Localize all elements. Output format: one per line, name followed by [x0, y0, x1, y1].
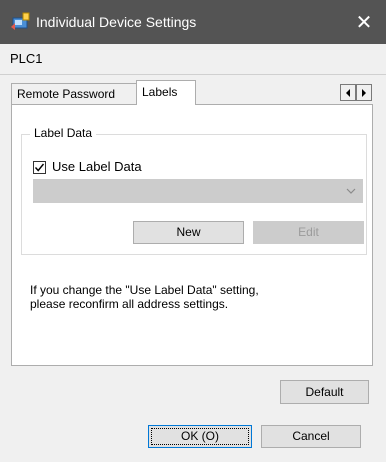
device-name-label: PLC1	[10, 51, 43, 66]
default-button[interactable]: Default	[280, 380, 369, 404]
label-data-combobox[interactable]	[33, 179, 363, 203]
chevron-down-icon	[346, 188, 356, 194]
cancel-button[interactable]: Cancel	[261, 425, 361, 448]
tab-remote-password[interactable]: Remote Password	[11, 83, 137, 105]
checkmark-icon	[34, 163, 45, 172]
tab-scroll-left-button[interactable]	[340, 84, 356, 101]
label-data-group-title: Label Data	[30, 125, 97, 141]
tab-scroll-right-button[interactable]	[356, 84, 372, 101]
edit-button[interactable]: Edit	[253, 221, 364, 244]
new-button[interactable]: New	[133, 221, 244, 244]
close-button[interactable]: ✕	[342, 0, 386, 44]
use-label-data-label[interactable]: Use Label Data	[52, 159, 142, 175]
triangle-left-icon	[346, 88, 350, 97]
window-title: Individual Device Settings	[36, 14, 197, 30]
title-bar: Individual Device Settings ✕	[0, 0, 386, 44]
app-icon	[11, 11, 31, 31]
use-label-data-checkbox[interactable]	[33, 161, 46, 174]
info-message: If you change the "Use Label Data" setti…	[30, 283, 259, 311]
header-divider	[0, 74, 386, 75]
ok-button[interactable]: OK (O)	[148, 425, 252, 448]
triangle-right-icon	[362, 88, 366, 97]
tab-labels[interactable]: Labels	[136, 80, 196, 105]
